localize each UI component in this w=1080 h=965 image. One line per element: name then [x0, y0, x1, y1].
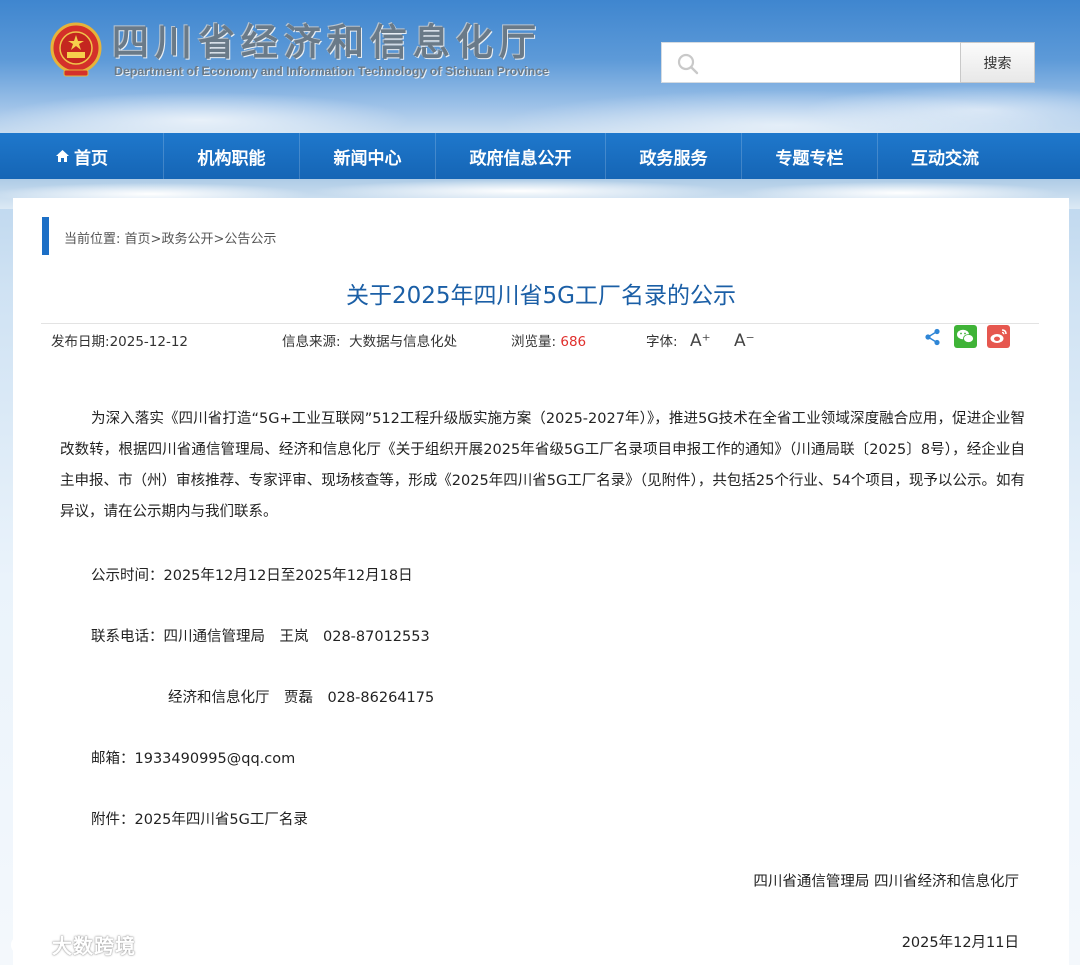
home-icon	[56, 150, 69, 162]
search-icon	[677, 53, 699, 75]
font-size-label: 字体:	[646, 334, 678, 350]
source-label: 信息来源:	[282, 334, 341, 350]
nav-item-gov-info[interactable]: 政府信息公开	[436, 133, 606, 179]
site-subtitle: Department of Economy and Information Te…	[114, 64, 549, 78]
share-icon[interactable]	[924, 328, 942, 346]
breadcrumb-separator: >	[150, 232, 162, 247]
watermark-text: 大数跨境	[52, 934, 136, 958]
watermark-logo-icon	[10, 935, 51, 954]
site-header: 四川省经济和信息化厅 Department of Economy and Inf…	[0, 0, 1080, 133]
breadcrumb-accent	[42, 217, 49, 255]
wechat-icon[interactable]	[954, 325, 977, 348]
article-title: 关于2025年四川省5G工厂名录的公示	[346, 283, 736, 309]
nav-item-label: 专题专栏	[775, 148, 844, 169]
main-nav: 首页 机构职能 新闻中心 政府信息公开 政务服务 专题专栏 互动交流	[0, 133, 1080, 179]
contact-email: 邮箱：1933490995@qq.com	[91, 751, 296, 767]
nav-item-news[interactable]: 新闻中心	[300, 133, 436, 179]
weibo-icon[interactable]	[987, 325, 1010, 348]
divider	[41, 323, 1039, 324]
nav-item-organization[interactable]: 机构职能	[164, 133, 300, 179]
contact-phone-1: 联系电话：四川通信管理局 王岚 028-87012553	[91, 629, 430, 645]
search-box	[661, 42, 961, 83]
content-card: 当前位置: 首页>政务公开>公告公示 关于2025年四川省5G工厂名录的公示 发…	[13, 198, 1069, 965]
site-title: 四川省经济和信息化厅	[112, 21, 542, 64]
nav-item-services[interactable]: 政务服务	[606, 133, 742, 179]
nav-item-label: 机构职能	[197, 148, 266, 169]
source-value: 大数据与信息化处	[349, 334, 458, 350]
view-count: 浏览量: 686	[511, 330, 586, 350]
nav-item-label: 新闻中心	[333, 148, 402, 169]
notice-period: 公示时间：2025年12月12日至2025年12月18日	[91, 568, 413, 584]
publish-date-value: 2025-12-12	[109, 334, 189, 350]
breadcrumb-notices[interactable]: 公告公示	[224, 232, 276, 247]
views-value: 686	[560, 334, 587, 350]
watermark: 大数跨境	[10, 930, 136, 959]
views-label: 浏览量:	[511, 334, 557, 350]
national-emblem-icon	[50, 22, 102, 77]
font-increase-button[interactable]: A⁺	[690, 331, 711, 351]
signature-date: 2025年12月11日	[901, 935, 1019, 951]
nav-item-label: 政府信息公开	[469, 148, 572, 169]
publish-date-label: 发布日期:	[51, 334, 110, 350]
breadcrumb: 当前位置: 首页>政务公开>公告公示	[64, 228, 276, 247]
nav-item-topics[interactable]: 专题专栏	[742, 133, 878, 179]
attachment-link[interactable]: 附件：2025年四川省5G工厂名录	[91, 808, 308, 829]
publish-date: 发布日期:2025-12-12	[51, 330, 188, 350]
nav-item-interaction[interactable]: 互动交流	[878, 133, 1012, 179]
article-body: 为深入落实《四川省打造“5G+工业互联网”512工程升级版实施方案（2025-2…	[60, 411, 1025, 520]
breadcrumb-home[interactable]: 首页	[125, 232, 151, 247]
contact-phone-2: 经济和信息化厅 贾磊 028-86264175	[168, 690, 435, 706]
search-button[interactable]: 搜索	[960, 42, 1035, 83]
search-input[interactable]	[708, 49, 948, 77]
nav-item-label: 互动交流	[911, 148, 979, 169]
breadcrumb-separator: >	[213, 232, 225, 247]
font-decrease-button[interactable]: A⁻	[734, 331, 755, 351]
breadcrumb-gov-affairs[interactable]: 政务公开	[161, 232, 213, 247]
info-source: 信息来源: 大数据与信息化处	[282, 330, 457, 350]
nav-item-label: 政务服务	[639, 148, 708, 169]
nav-item-label: 首页	[74, 148, 108, 169]
breadcrumb-prefix: 当前位置:	[64, 232, 125, 247]
nav-item-home[interactable]: 首页	[0, 133, 164, 179]
signature-orgs: 四川省通信管理局 四川省经济和信息化厅	[753, 874, 1019, 890]
